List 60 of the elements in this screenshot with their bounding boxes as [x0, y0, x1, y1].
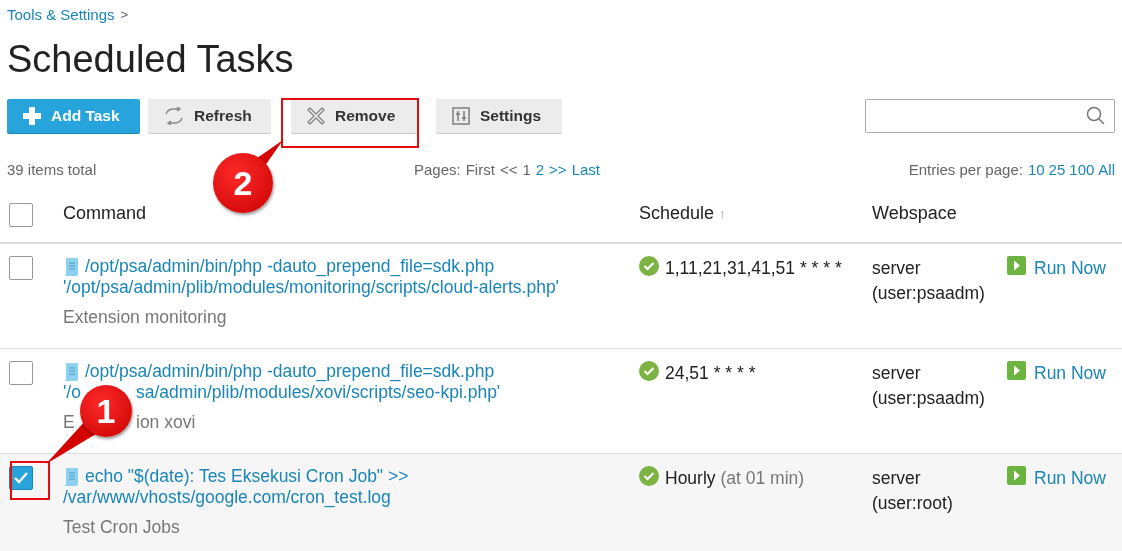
search-icon [1086, 106, 1106, 126]
search-field[interactable] [865, 99, 1115, 133]
page-title: Scheduled Tasks [7, 40, 295, 78]
sort-arrow-icon: ↑ [719, 206, 726, 221]
run-now-link[interactable]: Run Now [1007, 466, 1106, 490]
play-icon [1007, 361, 1026, 380]
pager-link[interactable]: >> [549, 160, 567, 178]
webspace-text: server (user:psaadm) [872, 257, 986, 305]
close-icon [307, 107, 325, 125]
script-icon [63, 362, 79, 382]
refresh-button[interactable]: Refresh [148, 99, 271, 133]
pager-item: << [499, 160, 518, 178]
success-icon [639, 466, 659, 486]
success-icon [639, 361, 659, 381]
entries-label: Entries per page: [908, 160, 1023, 178]
per-page-link[interactable]: 100 [1069, 160, 1095, 178]
remove-button[interactable]: Remove [291, 99, 419, 133]
success-icon [639, 256, 659, 276]
webspace-text: server (user:root) [872, 467, 954, 515]
refresh-icon [164, 107, 184, 125]
task-description: ion xovi [136, 411, 196, 434]
settings-icon [452, 107, 470, 125]
play-icon [1007, 256, 1026, 275]
per-page-link[interactable]: 25 [1048, 160, 1066, 178]
schedule-text: Hourly (at 01 min) [665, 467, 805, 490]
pager-link[interactable]: 2 [535, 160, 545, 178]
row-checkbox[interactable] [9, 361, 33, 385]
play-icon [1007, 466, 1026, 485]
row-checkbox[interactable] [9, 256, 33, 280]
task-description: Test Cron Jobs [63, 516, 180, 539]
command-link[interactable]: /opt/psa/admin/bin/php -dauto_prepend_file=sdk.php '/opt/psa/admin/plib/modules/monitoring/scripts/cloud-alerts.php' [63, 256, 639, 298]
breadcrumb-link[interactable]: Tools & Settings > [7, 6, 129, 23]
column-header[interactable]: Webspace [872, 203, 957, 224]
schedule-text: 1,11,21,31,41,51 * * * * [665, 257, 842, 280]
plus-icon [23, 107, 41, 125]
run-now-link[interactable]: Run Now [1007, 256, 1106, 280]
chevron-icon: > [120, 7, 129, 22]
select-all-checkbox[interactable] [9, 203, 33, 227]
script-icon [63, 257, 79, 277]
task-description: Extension monitoring [63, 306, 227, 329]
pager-item: First [465, 160, 495, 178]
highlight-frame [10, 461, 50, 500]
script-icon [63, 467, 79, 487]
add-button[interactable]: Add Task [7, 99, 140, 133]
task-description: E [63, 411, 75, 434]
column-header[interactable]: Command [63, 203, 147, 224]
run-now-link[interactable]: Run Now [1007, 361, 1106, 385]
per-page-link[interactable]: All [1098, 160, 1115, 178]
schedule-text: 24,51 * * * * [665, 362, 756, 385]
row-checkbox[interactable] [9, 466, 33, 490]
settings-button[interactable]: Settings [436, 99, 562, 133]
items-total: 39 items total [7, 160, 98, 178]
pager-link[interactable]: Last [571, 160, 600, 178]
checkmark-icon [13, 471, 29, 485]
command-link[interactable]: echo "$(date): Tes Eksekusi Cron Job" >> /var/www/vhosts/google.com/cron_test.log [63, 466, 639, 508]
pager-item: 1 [522, 160, 531, 178]
column-header[interactable]: Schedule ↑ [639, 203, 726, 224]
pages-label: Pages: [414, 160, 461, 178]
webspace-text: server (user:psaadm) [872, 362, 986, 410]
per-page-link[interactable]: 10 [1027, 160, 1045, 178]
